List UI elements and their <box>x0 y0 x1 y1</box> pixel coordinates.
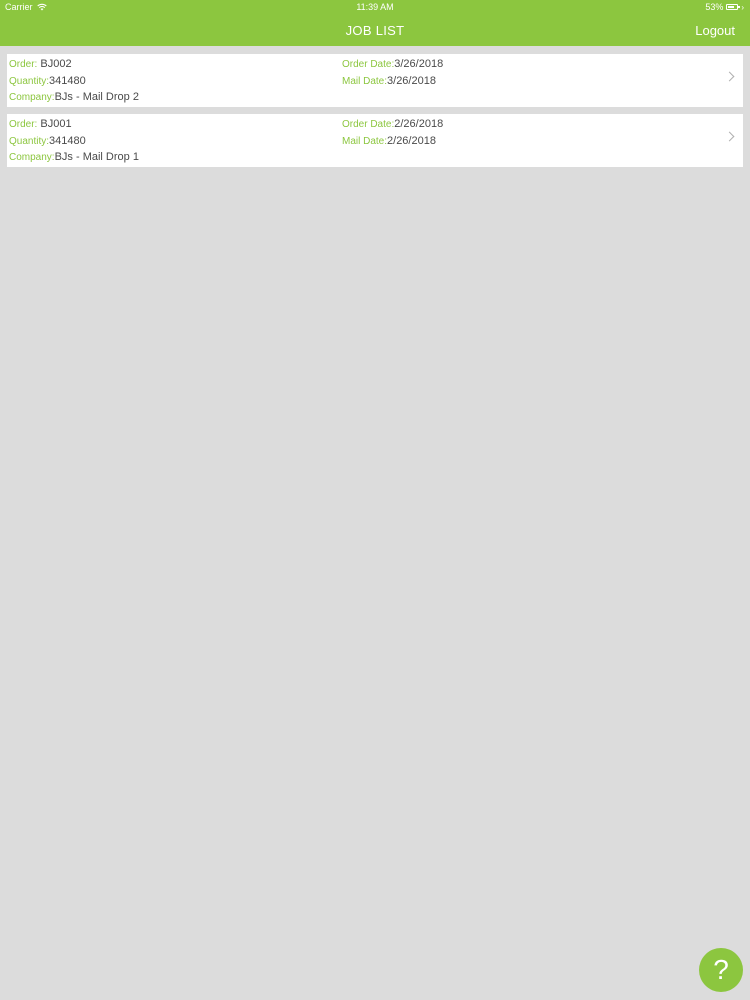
quantity-field: Quantity:341480 <box>9 135 86 147</box>
order-date-label: Order Date: <box>342 59 395 70</box>
battery-percent: 53% <box>705 2 724 12</box>
order-field: Order: BJ002 <box>9 58 72 70</box>
mail-date-field: Mail Date:3/26/2018 <box>342 75 436 87</box>
chevron-right-icon <box>724 71 735 82</box>
quantity-value: 341480 <box>49 75 86 87</box>
quantity-field: Quantity:341480 <box>9 75 86 87</box>
battery-info: 53% › <box>705 2 744 12</box>
job-list-item[interactable]: Order: BJ001 Quantity:341480 Company:BJs… <box>7 114 743 167</box>
status-time: 11:39 AM <box>356 2 394 12</box>
logout-button[interactable]: Logout <box>695 23 735 38</box>
mail-date-label: Mail Date: <box>342 136 388 147</box>
order-date-field: Order Date:3/26/2018 <box>342 58 443 70</box>
mail-date-field: Mail Date:2/26/2018 <box>342 135 436 147</box>
order-date-value: 2/26/2018 <box>394 118 444 130</box>
mail-date-value: 3/26/2018 <box>387 75 436 87</box>
order-date-field: Order Date:2/26/2018 <box>342 118 443 130</box>
order-value: BJ001 <box>40 118 72 130</box>
order-field: Order: BJ001 <box>9 118 72 130</box>
company-label: Company: <box>9 152 55 163</box>
charging-icon: › <box>741 2 744 12</box>
job-list: Order: BJ002 Quantity:341480 Company:BJs… <box>7 54 743 174</box>
job-list-item[interactable]: Order: BJ002 Quantity:341480 Company:BJs… <box>7 54 743 107</box>
mail-date-label: Mail Date: <box>342 76 388 87</box>
help-button[interactable]: ? <box>699 948 743 992</box>
chevron-right-icon <box>724 131 735 142</box>
battery-icon <box>726 4 741 10</box>
status-bar: Carrier 11:39 AM 53% › <box>0 0 750 14</box>
company-field: Company:BJs - Mail Drop 1 <box>9 151 139 163</box>
order-label: Order: <box>9 59 38 70</box>
company-value: BJs - Mail Drop 2 <box>54 91 139 103</box>
company-value: BJs - Mail Drop 1 <box>54 151 139 163</box>
company-field: Company:BJs - Mail Drop 2 <box>9 91 139 103</box>
company-label: Company: <box>9 92 55 103</box>
mail-date-value: 2/26/2018 <box>387 135 436 147</box>
quantity-label: Quantity: <box>9 136 50 147</box>
order-date-label: Order Date: <box>342 119 395 130</box>
order-label: Order: <box>9 119 38 130</box>
order-value: BJ002 <box>40 58 72 70</box>
quantity-label: Quantity: <box>9 76 50 87</box>
nav-bar: JOB LIST Logout <box>0 14 750 46</box>
quantity-value: 341480 <box>49 135 86 147</box>
order-date-value: 3/26/2018 <box>394 58 444 70</box>
page-title: JOB LIST <box>345 23 405 38</box>
